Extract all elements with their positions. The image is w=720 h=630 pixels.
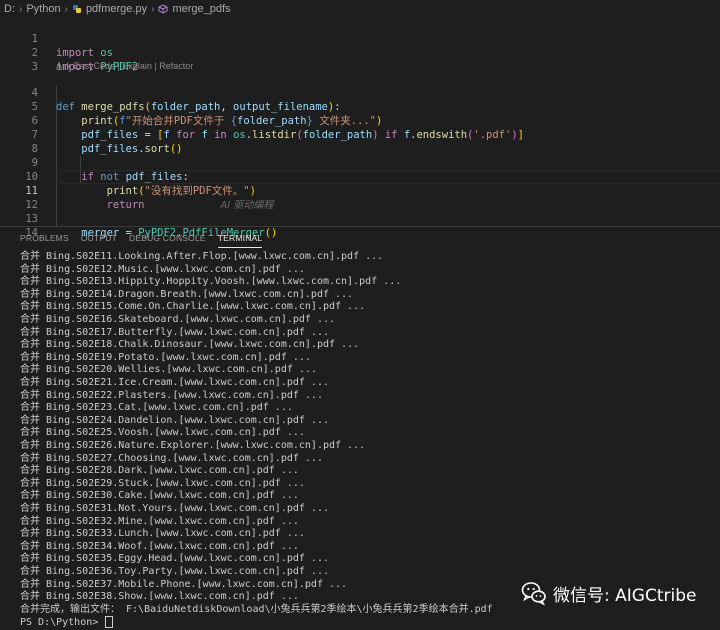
terminal-line: 合并 Bing.S02E20.Wellies.[www.lxwc.com.cn]…: [20, 364, 317, 376]
terminal-line: 合并 Bing.S02E26.Nature.Explorer.[www.lxwc…: [20, 440, 366, 451]
python-file-icon: [72, 5, 81, 13]
terminal-line: 合并 Bing.S02E29.Stuck.[www.lxwc.com.cn].p…: [20, 477, 305, 489]
terminal-line: 合并 Bing.S02E13.Hippity.Hoppity.Voosh.[ww…: [20, 276, 402, 288]
terminal-line: 合并 Bing.S02E15.Come.On.Charlie.[www.lxwc…: [20, 301, 366, 313]
terminal-line: 合并 Bing.S02E19.Potato.[www.lxwc.com.cn].…: [20, 351, 311, 363]
terminal-line: 合并 Bing.S02E18.Chalk.Dinosaur.[www.lxwc.…: [20, 339, 360, 351]
code-line[interactable]: 9 if not pdf_files:: [0, 142, 720, 183]
tab-terminal[interactable]: TERMINAL: [212, 227, 269, 249]
watermark-text: 微信号: AIGCtribe: [553, 585, 697, 606]
code-line[interactable]: 14: [0, 212, 720, 239]
terminal-prompt: PS D:\Python>: [20, 617, 105, 629]
terminal-line: 合并 Bing.S02E36.Toy.Party.[www.lxwc.com.c…: [20, 566, 329, 577]
breadcrumb: D: › Python › pdfmerge.py › merge_pdfs: [0, 0, 720, 18]
terminal-line: 合并完成，输出文件： F:\BaiduNetdiskDownload\小兔兵兵第…: [20, 603, 493, 615]
terminal-line: 合并 Bing.S02E34.Woof.[www.lxwc.com.cn].pd…: [20, 540, 299, 552]
breadcrumb-file[interactable]: pdfmerge.py: [86, 3, 147, 15]
breadcrumb-folder[interactable]: Python: [26, 3, 60, 15]
terminal-line: 合并 Bing.S02E31.Not.Yours.[www.lxwc.com.c…: [20, 503, 329, 514]
terminal-cursor: [105, 616, 114, 629]
chevron-right-icon: ›: [151, 3, 155, 15]
terminal-line: 合并 Bing.S02E24.Dandelion.[www.lxwc.com.c…: [20, 414, 329, 426]
terminal-line: 合并 Bing.S02E21.Ice.Cream.[www.lxwc.com.c…: [20, 377, 329, 388]
code-line[interactable]: 7 pdf_files.sort(): [0, 114, 720, 155]
terminal-line: 合并 Bing.S02E22.Plasters.[www.lxwc.com.cn…: [20, 389, 323, 401]
terminal-line: 合并 Bing.S02E14.Dragon.Breath.[www.lxwc.c…: [20, 288, 354, 300]
code-line[interactable]: 5 print(f"开始合并PDF文件于 {folder_path} 文件夹..…: [0, 86, 720, 127]
terminal-line: 合并 Bing.S02E35.Eggy.Head.[www.lxwc.com.c…: [20, 553, 329, 565]
terminal-line: 合并 Bing.S02E33.Lunch.[www.lxwc.com.cn].p…: [20, 528, 305, 540]
terminal[interactable]: 合并 Bing.S02E11.Looking.After.Flop.[www.l…: [0, 251, 720, 629]
wechat-icon: [521, 582, 546, 606]
terminal-line: 合并 Bing.S02E38.Show.[www.lxwc.com.cn].pd…: [20, 591, 299, 603]
watermark: 微信号: AIGCtribe: [521, 579, 717, 607]
terminal-line: 合并 Bing.S02E12.Music.[www.lxwc.com.cn].p…: [20, 263, 305, 275]
tab-debug-console[interactable]: DEBUG CONSOLE: [123, 227, 212, 249]
code-line[interactable]: 3: [0, 46, 720, 73]
code-line-active[interactable]: 11 return AI 驱动编程: [0, 170, 720, 211]
method-symbol-icon: [158, 4, 168, 14]
code-line[interactable]: 6 pdf_files = [f for f in os.listdir(fol…: [0, 100, 720, 141]
terminal-line: 合并 Bing.S02E16.Skateboard.[www.lxwc.com.…: [20, 314, 336, 325]
code-line[interactable]: 12: [0, 184, 720, 211]
terminal-prompt-line[interactable]: PS D:\Python>: [20, 616, 114, 629]
terminal-line: 合并 Bing.S02E23.Cat.[www.lxwc.com.cn].pdf…: [20, 402, 293, 414]
terminal-line: 合并 Bing.S02E17.Butterfly.[www.lxwc.com.c…: [20, 326, 329, 338]
terminal-line: 合并 Bing.S02E27.Choosing.[www.lxwc.com.cn…: [20, 452, 323, 464]
chevron-right-icon: ›: [19, 3, 23, 15]
chevron-right-icon: ›: [64, 3, 68, 15]
code-editor[interactable]: 1 import os 2 import PyPDF2 3 Ask EasyCo…: [0, 18, 720, 239]
code-line[interactable]: 8: [0, 128, 720, 155]
tab-problems[interactable]: PROBLEMS: [14, 227, 75, 249]
breadcrumb-drive[interactable]: D:: [4, 3, 15, 15]
code-line[interactable]: 10 print("没有找到PDF文件。"): [0, 156, 720, 197]
tab-output[interactable]: OUTPUT: [75, 227, 123, 249]
terminal-line: 合并 Bing.S02E32.Mine.[www.lxwc.com.cn].pd…: [20, 515, 299, 527]
breadcrumb-symbol[interactable]: merge_pdfs: [172, 3, 230, 15]
panel-tab-bar: PROBLEMS OUTPUT DEBUG CONSOLE TERMINAL: [0, 227, 720, 249]
terminal-line: 合并 Bing.S02E30.Cake.[www.lxwc.com.cn].pd…: [20, 490, 299, 502]
terminal-line: 合并 Bing.S02E28.Dark.[www.lxwc.com.cn].pd…: [20, 465, 299, 477]
code-line[interactable]: 13 merger = PyPDF2.PdfFileMerger(): [0, 198, 720, 239]
code-line[interactable]: 2 import PyPDF2: [0, 32, 720, 73]
code-line[interactable]: 1 import os: [0, 18, 720, 59]
code-line[interactable]: 4 def merge_pdfs(folder_path, output_fil…: [0, 72, 720, 113]
terminal-line: 合并 Bing.S02E37.Mobile.Phone.[www.lxwc.co…: [20, 578, 348, 590]
terminal-line: 合并 Bing.S02E11.Looking.After.Flop.[www.l…: [20, 251, 384, 262]
terminal-line: 合并 Bing.S02E25.Voosh.[www.lxwc.com.cn].p…: [20, 427, 305, 439]
codelens[interactable]: Ask EasyCode | Explain | Refactor: [56, 60, 193, 72]
